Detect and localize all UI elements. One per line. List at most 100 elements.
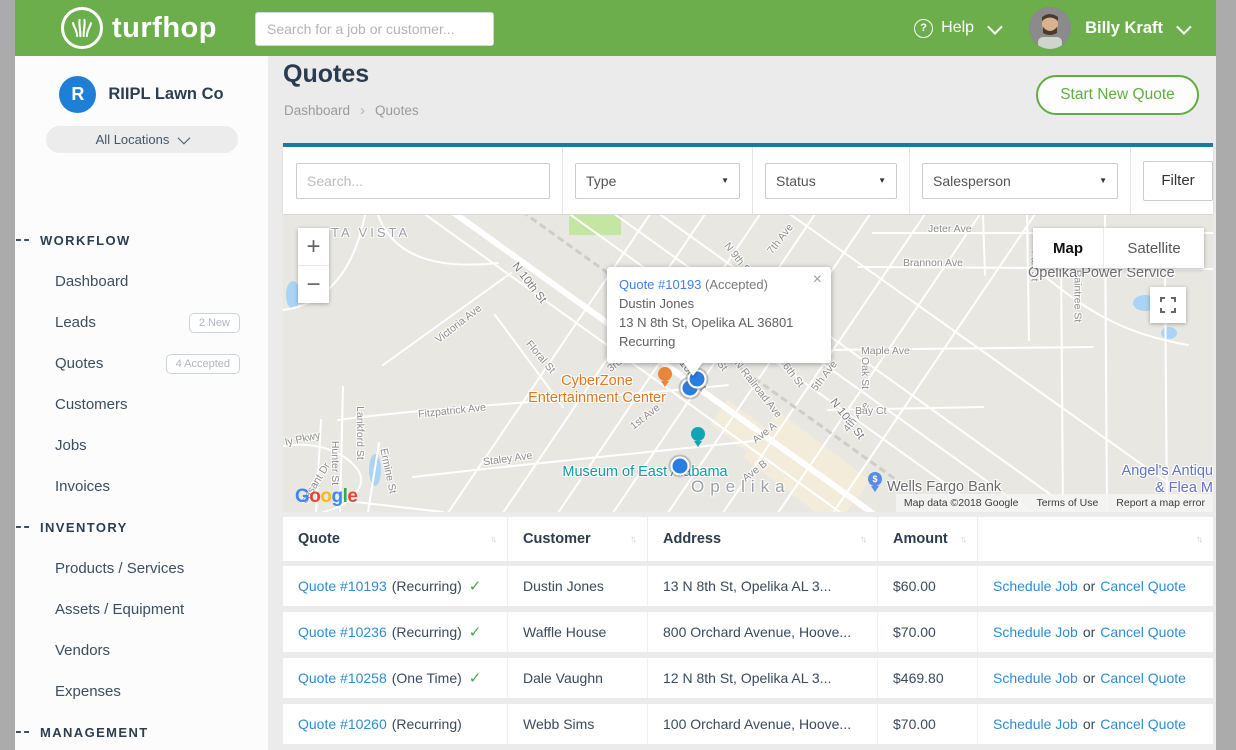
info-window-close-icon[interactable]: ×: [813, 274, 822, 286]
map-zoom-control: + −: [298, 228, 329, 303]
sidebar-item-vendors[interactable]: Vendors: [15, 630, 268, 671]
pin-tip: [694, 441, 702, 447]
column-header-address[interactable]: Address ↑↓: [648, 517, 878, 561]
column-header-actions[interactable]: ↑↓: [978, 517, 1213, 561]
info-window-type: Recurring: [619, 333, 819, 352]
schedule-job-link[interactable]: Schedule Job: [993, 624, 1078, 640]
satellite-view-button[interactable]: Satellite: [1103, 228, 1204, 268]
filter-button[interactable]: Filter: [1143, 161, 1213, 201]
help-label: Help: [941, 19, 974, 37]
sidebar-item-quotes[interactable]: Quotes4 Accepted: [15, 343, 268, 384]
sidebar-section-inventory[interactable]: INVENTORY: [15, 507, 268, 548]
status-select-label: Status: [776, 173, 816, 189]
quote-link[interactable]: Quote #10236: [298, 624, 387, 640]
filter-divider: [1130, 147, 1131, 214]
sidebar-nav: WORKFLOWDashboardLeads2 NewQuotes4 Accep…: [15, 220, 268, 750]
cancel-quote-link[interactable]: Cancel Quote: [1100, 670, 1186, 686]
breadcrumb-dashboard[interactable]: Dashboard: [284, 103, 350, 118]
info-window-quote-link[interactable]: Quote #10193: [619, 277, 701, 292]
location-selector-label: All Locations: [96, 132, 170, 147]
breadcrumb: Dashboard › Quotes: [284, 103, 419, 118]
sidebar-section-management[interactable]: MANAGEMENT: [15, 712, 268, 750]
google-logo[interactable]: Google: [295, 486, 357, 508]
fullscreen-button[interactable]: [1150, 287, 1186, 323]
sidebar-item-assets-equipment[interactable]: Assets / Equipment: [15, 589, 268, 630]
sidebar-item-dashboard[interactable]: Dashboard: [15, 261, 268, 302]
location-selector[interactable]: All Locations: [46, 126, 238, 153]
salesperson-select-label: Salesperson: [933, 173, 1011, 189]
poi-pin-museum[interactable]: [691, 427, 705, 447]
filter-divider: [752, 147, 753, 214]
street-label: Oak St: [859, 357, 871, 389]
quote-link[interactable]: Quote #10258: [298, 670, 387, 686]
sort-icon[interactable]: ↑↓: [1196, 534, 1201, 544]
sidebar-item-products-services[interactable]: Products / Services: [15, 548, 268, 589]
column-header-quote[interactable]: Quote↑↓: [283, 517, 508, 561]
start-new-quote-button[interactable]: Start New Quote: [1036, 75, 1199, 115]
user-chevron-down-icon[interactable]: [1176, 19, 1192, 35]
quotes-map[interactable]: N 10th StN 10th StN 10th StVictoria AveF…: [283, 215, 1213, 512]
quote-marker[interactable]: [671, 457, 690, 476]
cancel-quote-link[interactable]: Cancel Quote: [1100, 578, 1186, 594]
sort-icon[interactable]: ↑↓: [630, 534, 635, 544]
zoom-out-button[interactable]: −: [298, 265, 329, 303]
map-data-credit: Map data ©2018 Google: [904, 497, 1019, 509]
cancel-quote-link[interactable]: Cancel Quote: [1100, 624, 1186, 640]
address-cell: 12 N 8th St, Opelika AL 3...: [648, 658, 878, 698]
sort-icon[interactable]: ↑↓: [490, 534, 495, 544]
terms-of-use-link[interactable]: Terms of Use: [1036, 497, 1098, 509]
breadcrumb-quotes[interactable]: Quotes: [375, 103, 419, 118]
zoom-in-button[interactable]: +: [298, 228, 329, 265]
column-header-amount[interactable]: Amount↑↓: [878, 517, 978, 561]
quotes-search-input[interactable]: [296, 163, 550, 199]
sidebar-item-expenses[interactable]: Expenses: [15, 671, 268, 712]
help-chevron-down-icon[interactable]: [987, 19, 1003, 35]
schedule-job-link[interactable]: Schedule Job: [993, 716, 1078, 732]
company-header[interactable]: R RIIPL Lawn Co: [15, 56, 268, 113]
poi-label: Museum of East Alabama: [562, 464, 727, 481]
info-window-title: Quote #10193 (Accepted): [619, 276, 819, 295]
turfhop-logo[interactable]: turfhop: [61, 7, 217, 49]
action-separator: or: [1083, 670, 1095, 686]
area-label: TA VISTA: [331, 225, 410, 240]
column-header-customer[interactable]: Customer↑↓: [508, 517, 648, 561]
global-search-input[interactable]: [255, 12, 494, 46]
sidebar-section-workflow[interactable]: WORKFLOW: [15, 220, 268, 261]
accepted-check-icon: ✓: [469, 669, 482, 687]
user-avatar[interactable]: [1029, 7, 1071, 49]
quote-cell: Quote #10258(One Time)✓: [283, 658, 508, 698]
poi-pin-restaurant[interactable]: [658, 367, 672, 387]
column-header-label: Address: [663, 531, 721, 547]
google-logo-letter: o: [320, 486, 331, 507]
sidebar-item-jobs[interactable]: Jobs: [15, 425, 268, 466]
user-name[interactable]: Billy Kraft: [1085, 19, 1163, 38]
sort-icon[interactable]: ↑↓: [960, 534, 965, 544]
table-row: Quote #10260(Recurring)Webb Sims100 Orch…: [283, 704, 1213, 750]
action-separator: or: [1083, 716, 1095, 732]
schedule-job-link[interactable]: Schedule Job: [993, 578, 1078, 594]
map-view-button[interactable]: Map: [1033, 228, 1103, 268]
main-content: Quotes Dashboard › Quotes Start New Quot…: [268, 56, 1216, 750]
help-menu[interactable]: ? Help: [914, 19, 974, 38]
quote-link[interactable]: Quote #10260: [298, 716, 387, 732]
table-row: Quote #10193(Recurring)✓Dustin Jones13 N…: [283, 566, 1213, 612]
sidebar-item-invoices[interactable]: Invoices: [15, 466, 268, 507]
sidebar-item-customers[interactable]: Customers: [15, 384, 268, 425]
sidebar: R RIIPL Lawn Co All Locations WORKFLOWDa…: [15, 56, 268, 750]
accepted-check-icon: ✓: [469, 623, 482, 641]
type-select[interactable]: Type ▼: [575, 163, 740, 199]
poi-pin-bank[interactable]: $: [868, 472, 882, 492]
salesperson-select[interactable]: Salesperson ▼: [922, 163, 1118, 199]
customer-cell: Webb Sims: [508, 704, 648, 744]
amount-cell: $60.00: [878, 566, 978, 606]
sidebar-item-leads[interactable]: Leads2 New: [15, 302, 268, 343]
sort-icon[interactable]: ↑↓: [860, 534, 865, 544]
quote-link[interactable]: Quote #10193: [298, 578, 387, 594]
pin-ball-icon: $: [868, 472, 882, 486]
status-select[interactable]: Status ▼: [765, 163, 897, 199]
schedule-job-link[interactable]: Schedule Job: [993, 670, 1078, 686]
cancel-quote-link[interactable]: Cancel Quote: [1100, 716, 1186, 732]
address-cell: 13 N 8th St, Opelika AL 3...: [648, 566, 878, 606]
report-map-error-link[interactable]: Report a map error: [1116, 497, 1205, 509]
breadcrumb-chevron-icon: ›: [360, 104, 365, 117]
